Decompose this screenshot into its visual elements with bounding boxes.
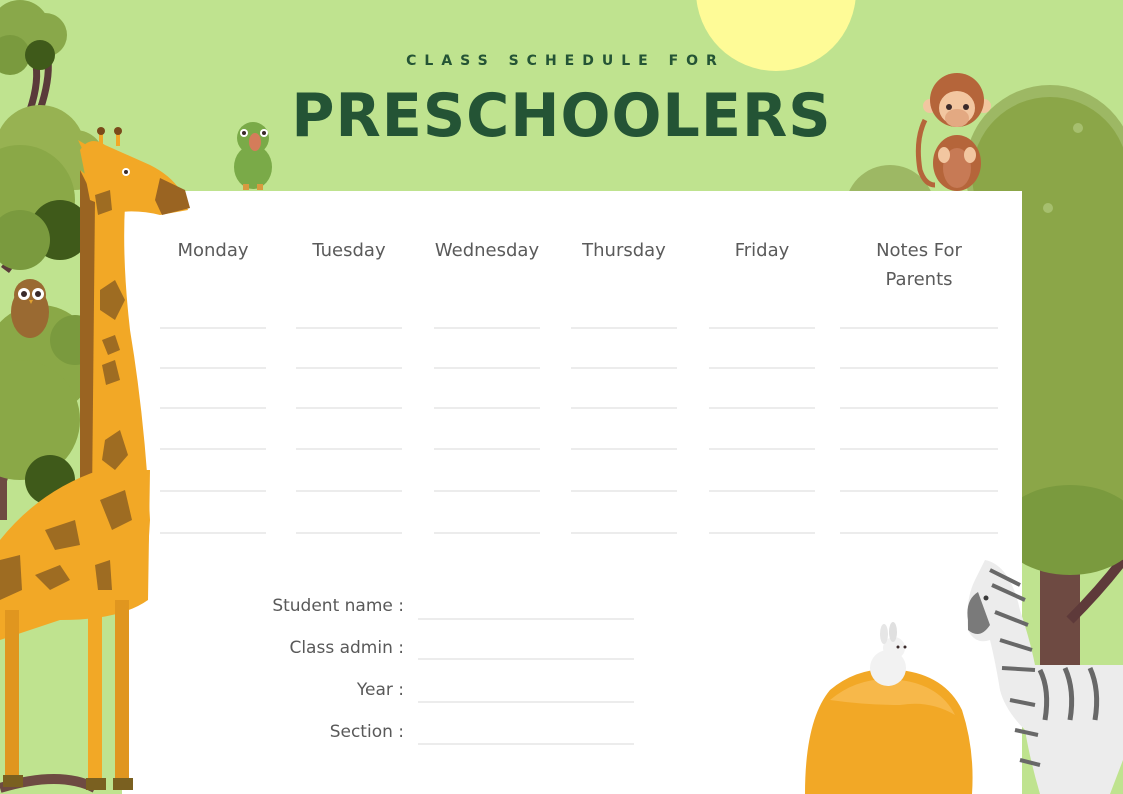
column-header-wednesday: Wednesday: [434, 240, 540, 261]
schedule-line-thursday-5[interactable]: [571, 490, 677, 492]
schedule-line-friday-5[interactable]: [709, 490, 815, 492]
student-name-field[interactable]: [418, 618, 634, 620]
schedule-line-friday-4[interactable]: [709, 448, 815, 450]
page-subtitle: CLASS SCHEDULE FOR: [406, 53, 725, 69]
schedule-line-monday-2[interactable]: [160, 367, 266, 369]
schedule-line-wednesday-6[interactable]: [434, 532, 540, 534]
schedule-line-tuesday-1[interactable]: [296, 327, 402, 329]
class-admin-label: Class admin :: [289, 638, 404, 658]
schedule-line-tuesday-3[interactable]: [296, 407, 402, 409]
schedule-line-tuesday-2[interactable]: [296, 367, 402, 369]
schedule-line-monday-1[interactable]: [160, 327, 266, 329]
schedule-line-notes-4[interactable]: [840, 448, 998, 450]
year-label: Year :: [356, 680, 404, 700]
class-admin-field[interactable]: [418, 658, 634, 660]
section-field[interactable]: [418, 743, 634, 745]
schedule-line-thursday-2[interactable]: [571, 367, 677, 369]
schedule-line-tuesday-6[interactable]: [296, 532, 402, 534]
schedule-line-tuesday-5[interactable]: [296, 490, 402, 492]
owl-illustration: [11, 279, 49, 338]
schedule-line-monday-4[interactable]: [160, 448, 266, 450]
schedule-line-notes-5[interactable]: [840, 490, 998, 492]
schedule-line-thursday-4[interactable]: [571, 448, 677, 450]
schedule-line-wednesday-1[interactable]: [434, 327, 540, 329]
schedule-line-thursday-1[interactable]: [571, 327, 677, 329]
schedule-line-thursday-6[interactable]: [571, 532, 677, 534]
schedule-line-monday-6[interactable]: [160, 532, 266, 534]
schedule-line-wednesday-3[interactable]: [434, 407, 540, 409]
schedule-line-notes-3[interactable]: [840, 407, 998, 409]
schedule-page: CLASS SCHEDULE FOR PRESCHOOLERS Monday T…: [0, 0, 1123, 794]
year-field[interactable]: [418, 701, 634, 703]
column-header-notes-for-parents: Notes For Parents: [876, 240, 962, 290]
schedule-line-wednesday-4[interactable]: [434, 448, 540, 450]
schedule-line-notes-6[interactable]: [840, 532, 998, 534]
schedule-line-notes-2[interactable]: [840, 367, 998, 369]
schedule-line-wednesday-5[interactable]: [434, 490, 540, 492]
schedule-line-monday-3[interactable]: [160, 407, 266, 409]
schedule-line-friday-2[interactable]: [709, 367, 815, 369]
schedule-line-thursday-3[interactable]: [571, 407, 677, 409]
column-header-monday: Monday: [177, 240, 249, 261]
schedule-line-notes-1[interactable]: [840, 327, 998, 329]
section-label: Section :: [329, 722, 404, 742]
schedule-line-monday-5[interactable]: [160, 490, 266, 492]
column-header-friday: Friday: [734, 240, 790, 261]
column-header-tuesday: Tuesday: [312, 240, 386, 261]
column-header-thursday: Thursday: [582, 240, 666, 261]
schedule-line-tuesday-4[interactable]: [296, 448, 402, 450]
schedule-line-friday-6[interactable]: [709, 532, 815, 534]
student-name-label: Student name :: [272, 596, 404, 616]
schedule-line-friday-3[interactable]: [709, 407, 815, 409]
schedule-line-friday-1[interactable]: [709, 327, 815, 329]
page-title: PRESCHOOLERS: [291, 81, 832, 151]
schedule-line-wednesday-2[interactable]: [434, 367, 540, 369]
